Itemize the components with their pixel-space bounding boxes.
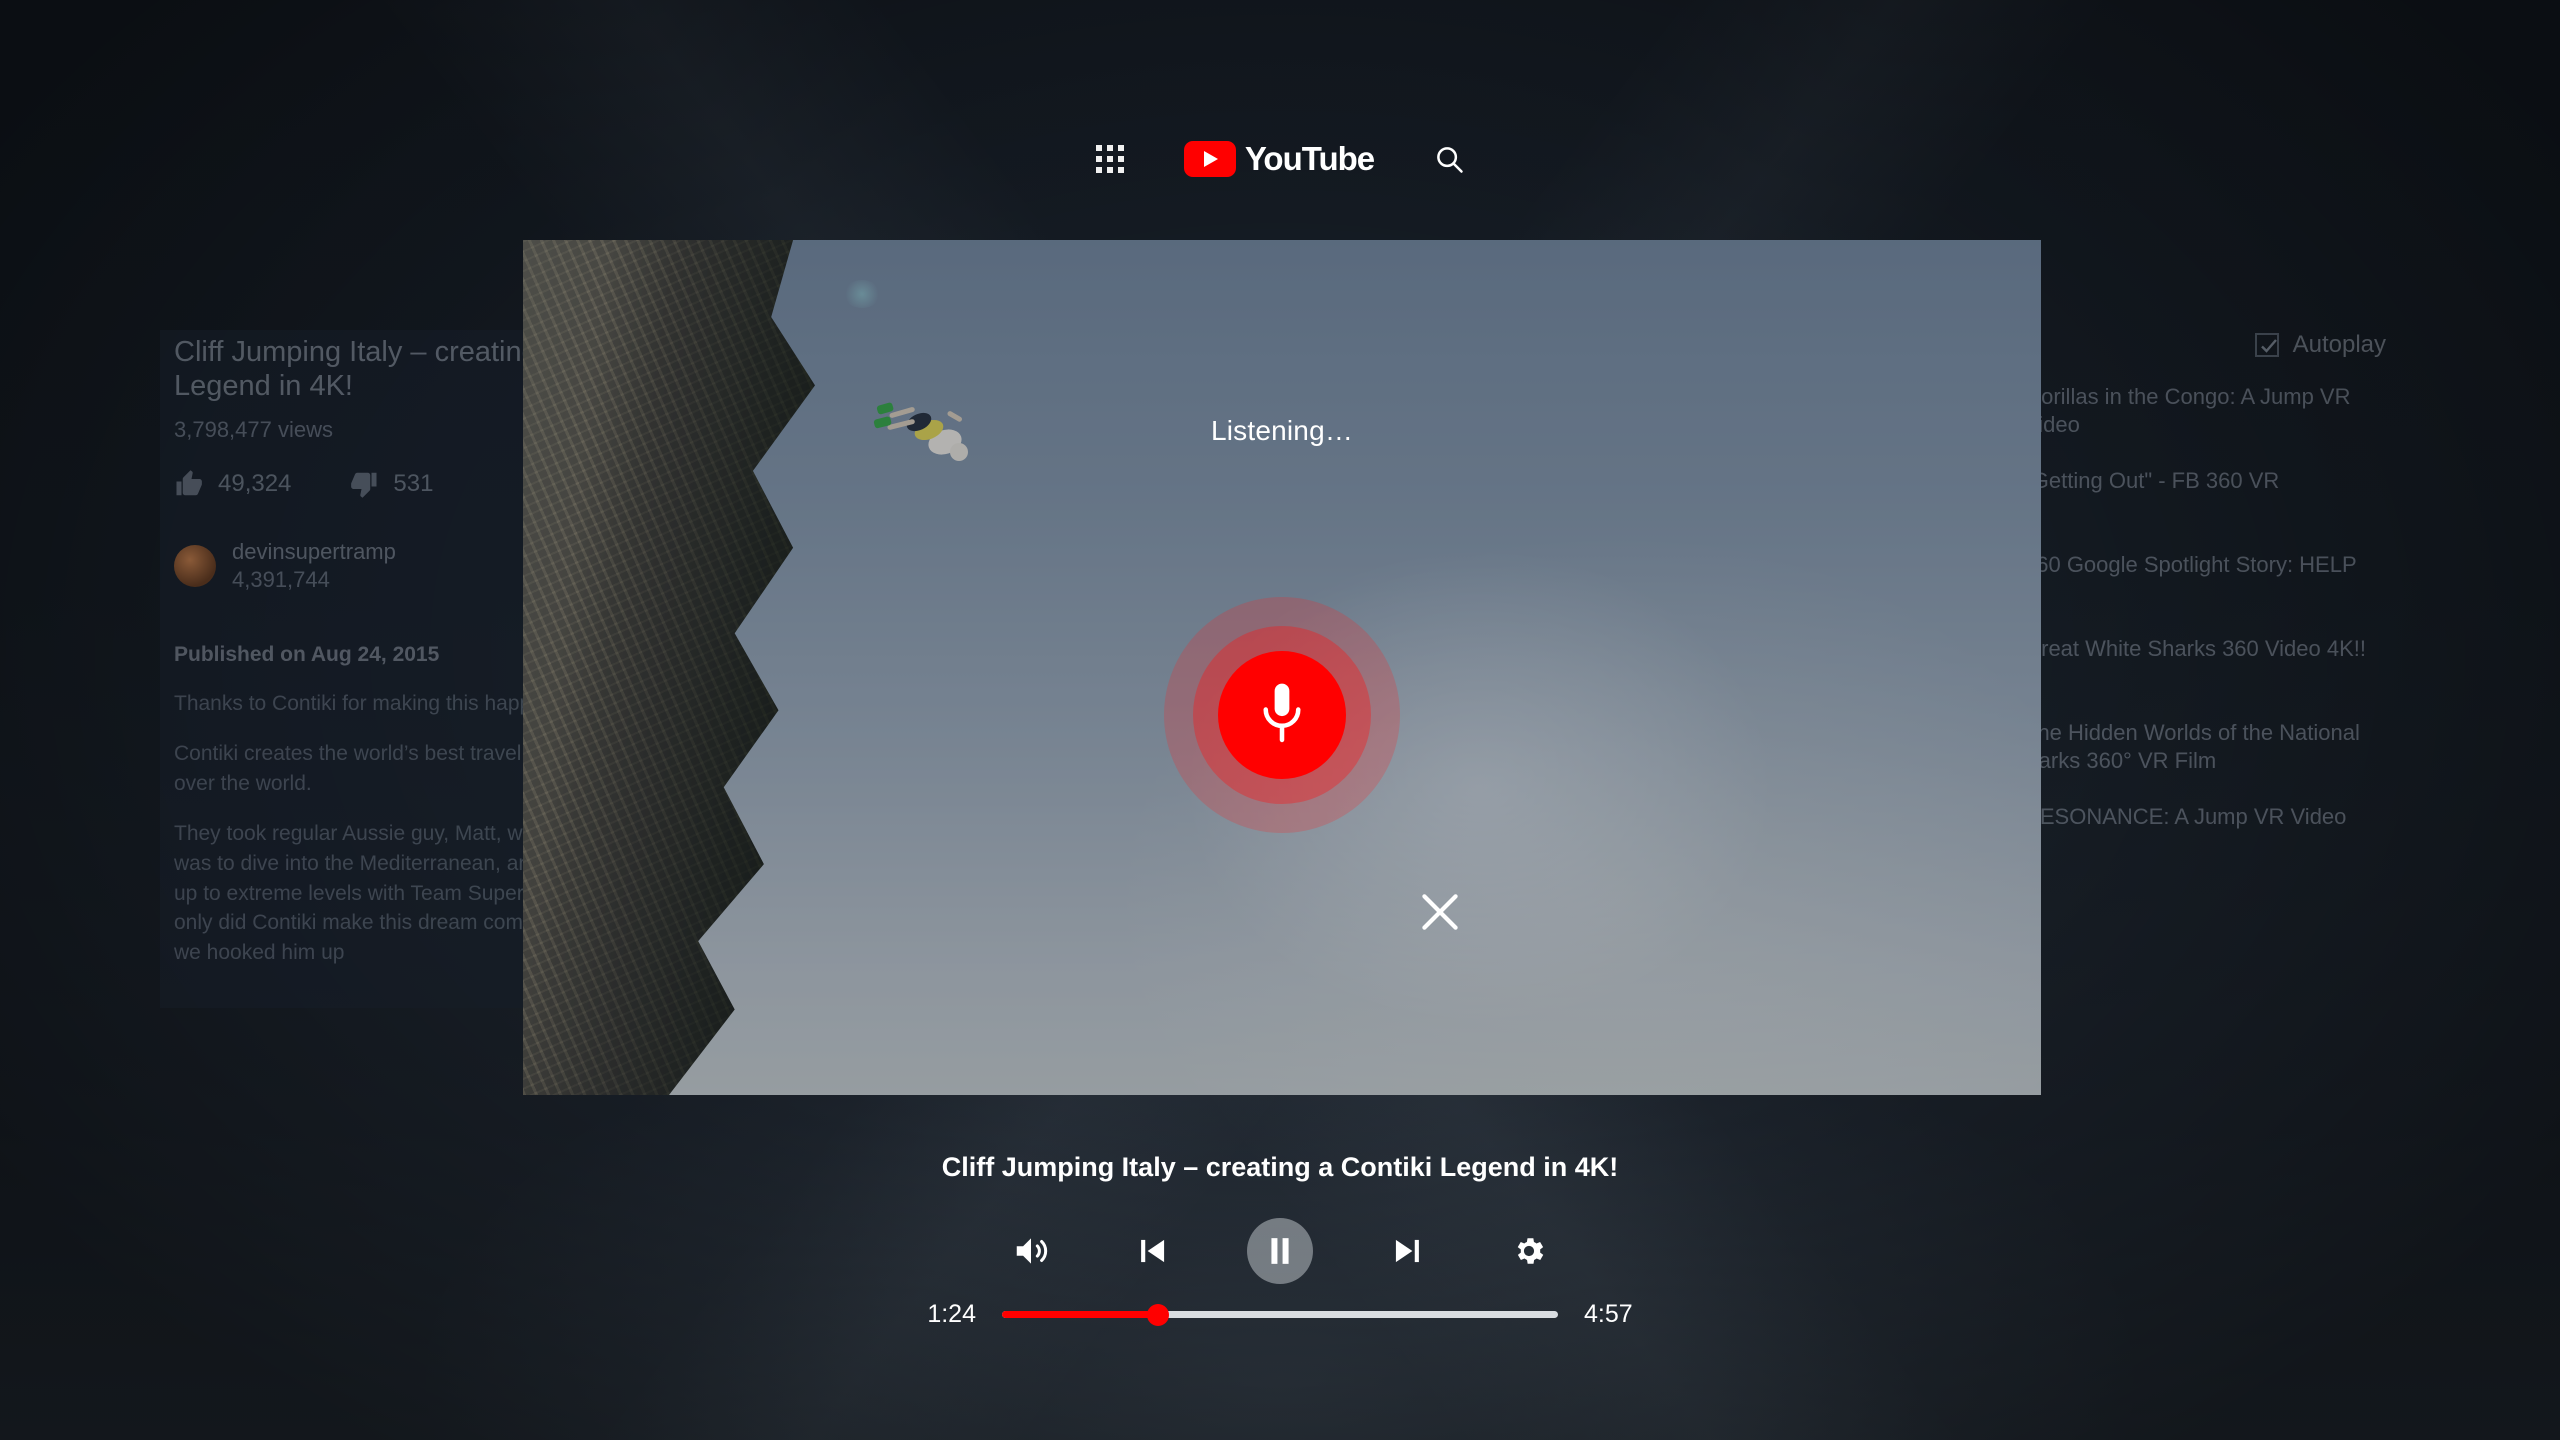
current-time-label: 1:24 — [927, 1300, 976, 1328]
apps-grid-icon[interactable] — [1095, 145, 1124, 173]
top-navigation-bar: YouTube — [0, 140, 2560, 178]
duration-label: 4:57 — [1584, 1300, 1633, 1328]
channel-meta: devinsupertramp 4,391,744 — [232, 539, 396, 593]
youtube-logo[interactable]: YouTube — [1183, 140, 1375, 178]
dislike-control[interactable]: 531 — [349, 469, 433, 499]
list-item-title: RESONANCE: A Jump VR Video — [2024, 804, 2347, 829]
previous-button[interactable] — [1125, 1223, 1181, 1279]
microphone-button-stack[interactable] — [1164, 597, 1400, 833]
previous-track-icon — [1141, 1239, 1165, 1263]
avatar — [174, 545, 216, 588]
gear-icon — [1517, 1238, 1544, 1264]
channel-name: devinsupertramp — [232, 539, 396, 565]
autoplay-toggle[interactable]: Autoplay — [2254, 330, 2386, 359]
next-button[interactable] — [1379, 1223, 1435, 1279]
progress-scrubber[interactable] — [1002, 1303, 1558, 1326]
search-icon[interactable] — [1434, 144, 1464, 174]
player-video-title: Cliff Jumping Italy – creating a Contiki… — [941, 1152, 1619, 1182]
youtube-wordmark: YouTube — [1244, 140, 1375, 177]
progress-fill — [1002, 1311, 1158, 1318]
list-item-title: Great White Sharks 360 Video 4K!! — [2024, 636, 2366, 661]
checkmark-icon — [2260, 338, 2277, 353]
thumbs-down-icon — [351, 473, 377, 499]
player-controls — [0, 1218, 2560, 1284]
settings-button[interactable] — [1501, 1223, 1557, 1279]
thumbs-up-icon — [176, 470, 202, 496]
list-item-title: Gorillas in the Congo: A Jump VR Video — [2024, 384, 2351, 438]
video-player-surface[interactable]: Listening… — [523, 240, 2041, 1095]
close-icon[interactable] — [1418, 890, 1462, 934]
list-item-title: "Getting Out" - FB 360 VR — [2024, 468, 2280, 493]
pause-button[interactable] — [1247, 1218, 1313, 1284]
next-track-icon — [1395, 1239, 1419, 1263]
list-item-title: The Hidden Worlds of the National Parks … — [2024, 720, 2360, 774]
seek-row: 1:24 4:57 — [0, 1300, 2560, 1329]
progress-handle[interactable] — [1146, 1303, 1169, 1326]
channel-subscriber-count: 4,391,744 — [232, 567, 330, 593]
microphone-button[interactable] — [1218, 651, 1346, 779]
like-control[interactable]: 49,324 — [174, 469, 291, 499]
volume-button[interactable] — [1003, 1223, 1059, 1279]
dislike-count: 531 — [393, 470, 434, 498]
pause-icon — [1271, 1238, 1289, 1264]
autoplay-checkbox[interactable] — [2254, 332, 2279, 357]
youtube-play-mark — [1183, 141, 1236, 177]
autoplay-label: Autoplay — [2292, 330, 2386, 358]
like-count: 49,324 — [218, 470, 292, 498]
list-item-title: 360 Google Spotlight Story: HELP — [2024, 552, 2357, 577]
microphone-icon — [1263, 683, 1301, 743]
voice-status-text: Listening… — [1210, 415, 1354, 446]
volume-icon — [1016, 1238, 1048, 1264]
